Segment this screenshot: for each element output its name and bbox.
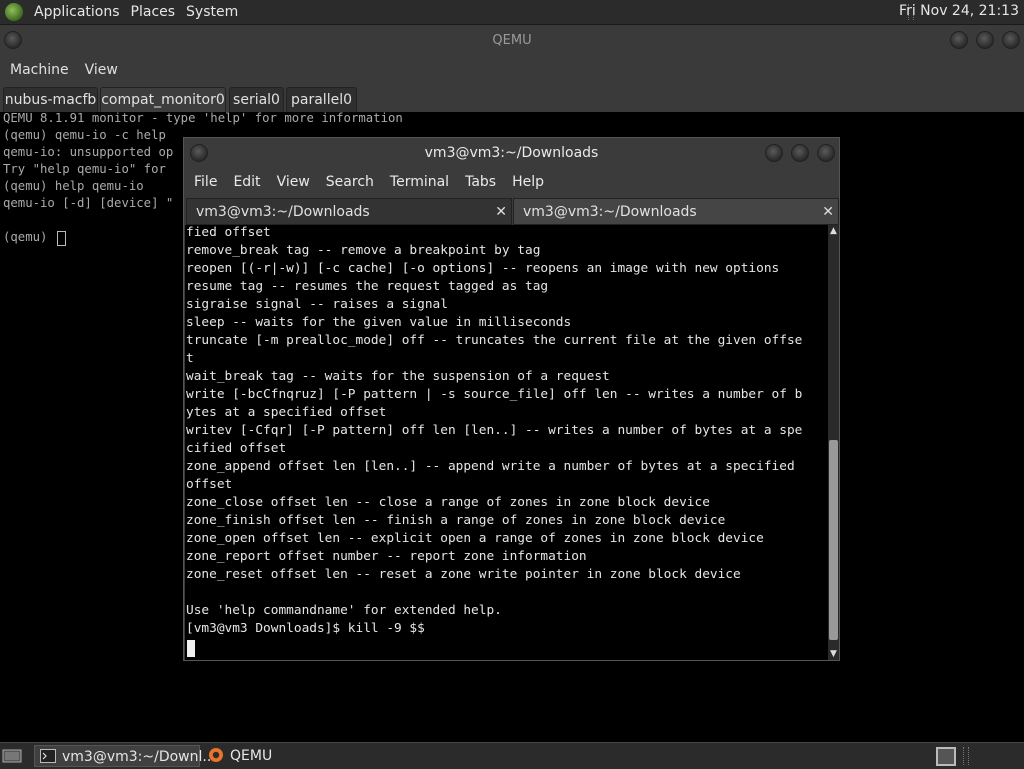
terminal-window-title: vm3@vm3:~/Downloads [424, 145, 599, 161]
terminal-titlebar[interactable]: vm3@vm3:~/Downloads [184, 138, 839, 168]
taskbar-item-label: vm3@vm3:~/Downl... [62, 749, 216, 765]
menu-edit[interactable]: Edit [233, 174, 260, 190]
menu-file[interactable]: File [194, 174, 217, 190]
terminal-line: Use 'help commandname' for extended help… [186, 603, 502, 618]
maximize-icon[interactable] [976, 31, 994, 49]
terminal-line: truncate [-m prealloc_mode] off -- trunc… [186, 333, 803, 348]
terminal-tab-2[interactable]: vm3@vm3:~/Downloads ✕ [513, 198, 839, 225]
system-menu[interactable]: System [186, 4, 238, 20]
terminal-line: resume tag -- resumes the request tagged… [186, 279, 549, 294]
terminal-line: zone_append offset len [len..] -- append… [186, 459, 795, 474]
panel-separator [963, 747, 969, 765]
qemu-tab-bar: nubus-macfb compat_monitor0 serial0 para… [0, 85, 1024, 112]
taskbar-item-label: QEMU [230, 748, 273, 764]
terminal-line: sigraise signal -- raises a signal [186, 297, 448, 312]
terminal-line: wait_break tag -- waits for the suspensi… [186, 369, 610, 384]
terminal-line: fied offset [186, 225, 271, 240]
taskbar-item-terminal[interactable]: vm3@vm3:~/Downl... [34, 745, 216, 767]
taskbar-item-qemu[interactable]: QEMU [203, 745, 323, 767]
monitor-line: (qemu) help qemu-io [3, 179, 144, 193]
distro-logo-icon[interactable] [5, 3, 23, 21]
terminal-line: zone_close offset len -- close a range o… [186, 495, 710, 510]
terminal-line: sleep -- waits for the given value in mi… [186, 315, 572, 330]
terminal-cursor [187, 640, 195, 657]
close-tab-icon[interactable]: ✕ [822, 199, 834, 225]
close-icon[interactable] [817, 144, 835, 162]
applications-menu[interactable]: Applications [34, 4, 120, 20]
window-menu-icon[interactable] [190, 144, 208, 162]
terminal-tab-1[interactable]: vm3@vm3:~/Downloads ✕ [186, 198, 512, 225]
monitor-line: (qemu) qemu-io -c help [3, 128, 166, 142]
qemu-titlebar[interactable]: QEMU [0, 25, 1024, 55]
close-icon[interactable] [1002, 31, 1020, 49]
monitor-line: QEMU 8.1.91 monitor - type 'help' for mo… [3, 111, 403, 125]
terminal-tab-label: vm3@vm3:~/Downloads [523, 204, 697, 220]
terminal-prompt-line: [vm3@vm3 Downloads]$ kill -9 $$ [186, 621, 425, 636]
terminal-icon [40, 749, 56, 763]
qemu-window-title: QEMU [492, 32, 532, 48]
terminal-scrollbar[interactable]: ▲ ▼ [828, 225, 839, 660]
menu-terminal[interactable]: Terminal [390, 174, 449, 190]
menu-help[interactable]: Help [512, 174, 544, 190]
scrollbar-thumb[interactable] [829, 440, 838, 640]
top-panel: Applications Places System Fri Nov 24, 2… [0, 0, 1024, 25]
menu-view[interactable]: View [277, 174, 310, 190]
terminal-line: reopen [(-r|-w)] [-c cache] [-o options]… [186, 261, 780, 276]
terminal-line: cified offset [186, 441, 287, 456]
tab-serial0[interactable]: serial0 [229, 87, 284, 112]
terminal-menubar: File Edit View Search Terminal Tabs Help [184, 168, 839, 196]
monitor-line: Try "help qemu-io" for [3, 162, 166, 176]
close-tab-icon[interactable]: ✕ [495, 199, 507, 225]
bottom-panel: vm3@vm3:~/Downl... QEMU [0, 742, 1024, 769]
menu-view[interactable]: View [85, 62, 118, 78]
monitor-line: qemu-io [-d] [device] " [3, 196, 174, 210]
minimize-icon[interactable] [950, 31, 968, 49]
terminal-line: writev [-Cfqr] [-P pattern] off len [len… [186, 423, 803, 438]
terminal-line: remove_break tag -- remove a breakpoint … [186, 243, 541, 258]
terminal-line: zone_open offset len -- explicit open a … [186, 531, 764, 546]
qemu-menubar: Machine View [0, 55, 1024, 85]
clock[interactable]: Fri Nov 24, 21:13 [899, 3, 1019, 19]
tab-parallel0[interactable]: parallel0 [286, 87, 357, 112]
terminal-output[interactable]: fied offset remove_break tag -- remove a… [185, 225, 828, 660]
scroll-down-arrow-icon[interactable]: ▼ [828, 648, 839, 660]
monitor-prompt: (qemu) [3, 230, 55, 244]
terminal-window[interactable]: vm3@vm3:~/Downloads File Edit View Searc… [183, 137, 840, 661]
workspace-switcher[interactable] [936, 747, 956, 766]
menu-search[interactable]: Search [326, 174, 374, 190]
tab-compat-monitor0[interactable]: compat_monitor0 [100, 87, 226, 112]
monitor-cursor [57, 231, 66, 246]
terminal-line: zone_finish offset len -- finish a range… [186, 513, 726, 528]
minimize-icon[interactable] [765, 144, 783, 162]
menu-tabs[interactable]: Tabs [465, 174, 496, 190]
places-menu[interactable]: Places [131, 4, 176, 20]
monitor-line: qemu-io: unsupported op [3, 145, 174, 159]
terminal-tab-label: vm3@vm3:~/Downloads [196, 204, 370, 220]
window-menu-icon[interactable] [4, 31, 22, 49]
menu-machine[interactable]: Machine [10, 62, 69, 78]
terminal-line: zone_reset offset len -- reset a zone wr… [186, 567, 741, 582]
terminal-line: zone_report offset number -- report zone… [186, 549, 587, 564]
tab-nubus-macfb[interactable]: nubus-macfb [3, 87, 98, 112]
scroll-up-arrow-icon[interactable]: ▲ [828, 225, 839, 237]
show-desktop-icon[interactable] [2, 747, 22, 764]
maximize-icon[interactable] [791, 144, 809, 162]
qemu-icon [209, 748, 223, 762]
terminal-line: offset [186, 477, 233, 492]
terminal-line: t [186, 351, 194, 366]
terminal-line: write [-bcCfnqruz] [-P pattern | -s sour… [186, 387, 803, 402]
terminal-line: ytes at a specified offset [186, 405, 387, 420]
